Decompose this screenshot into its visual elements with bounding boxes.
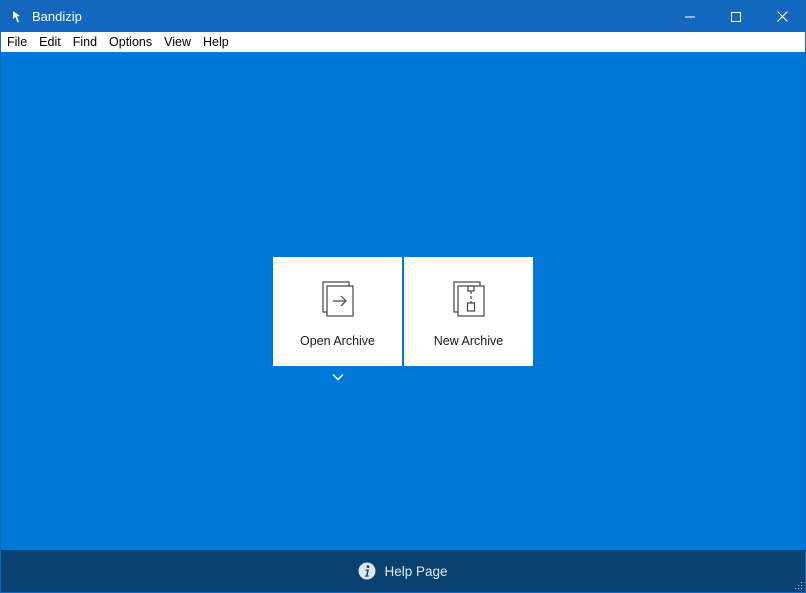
open-archive-icon <box>321 281 354 317</box>
chevron-down-icon <box>332 373 344 381</box>
help-page-label: Help Page <box>384 563 448 579</box>
open-archive-dropdown[interactable] <box>331 372 345 382</box>
new-archive-icon <box>452 281 485 317</box>
footer-bar: Help Page <box>1 550 805 592</box>
menu-view[interactable]: View <box>158 32 197 52</box>
bandizip-app-icon <box>10 10 24 24</box>
close-icon <box>776 11 788 22</box>
close-button[interactable] <box>759 1 805 32</box>
menu-find[interactable]: Find <box>67 32 103 52</box>
bandizip-window: Bandizip File Edit Find Options View Hel… <box>0 0 806 593</box>
open-archive-label: Open Archive <box>299 334 376 348</box>
help-page-link[interactable]: Help Page <box>358 562 448 580</box>
minimize-button[interactable] <box>667 1 713 32</box>
menu-file[interactable]: File <box>1 32 33 52</box>
menu-bar: File Edit Find Options View Help <box>1 32 805 52</box>
menu-options[interactable]: Options <box>103 32 158 52</box>
title-bar[interactable]: Bandizip <box>1 1 805 32</box>
new-archive-label: New Archive <box>433 334 504 348</box>
minimize-icon <box>685 16 695 17</box>
menu-help[interactable]: Help <box>197 32 235 52</box>
main-content: Open Archive New Archive <box>1 52 805 551</box>
open-archive-button[interactable]: Open Archive <box>273 257 402 366</box>
maximize-button[interactable] <box>713 1 759 32</box>
window-controls <box>667 1 805 32</box>
maximize-icon <box>731 11 741 22</box>
window-title: Bandizip <box>32 9 82 24</box>
info-icon <box>358 562 376 580</box>
new-archive-button[interactable]: New Archive <box>404 257 533 366</box>
resize-grip-icon[interactable] <box>793 580 803 590</box>
menu-edit[interactable]: Edit <box>33 32 67 52</box>
